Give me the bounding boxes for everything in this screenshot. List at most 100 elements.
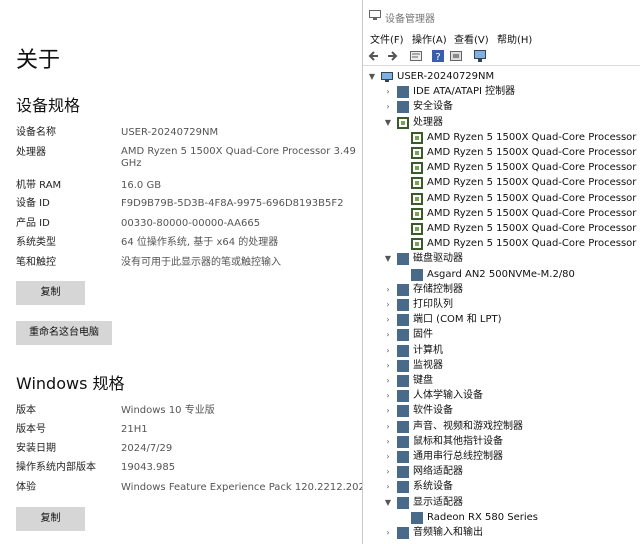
chevron-right-icon[interactable]: › <box>383 359 393 373</box>
chevron-right-icon[interactable]: › <box>383 420 393 434</box>
menu-action[interactable]: 操作(A) <box>412 31 447 46</box>
spec-label: 处理器 <box>16 147 46 158</box>
spec-value[interactable]: F9D9B79B-5D3B-4F8A-9975-696D8193B5F2 <box>121 197 359 211</box>
spec-value[interactable]: AMD Ryzen 5 1500X Quad-Core Processor 3.… <box>121 146 359 170</box>
tree-category-label: 显示适配器 <box>413 496 463 508</box>
chevron-down-icon[interactable]: ▼ <box>383 116 393 130</box>
help-icon[interactable]: ? <box>431 49 445 63</box>
computer-icon <box>397 344 409 357</box>
spec-row-system-type: 系统类型 64 位操作系统, 基于 x64 的处理器 <box>16 236 360 254</box>
tree-device-label: AMD Ryzen 5 1500X Quad-Core Processor <box>427 207 637 219</box>
device-manager-icon <box>369 10 381 20</box>
processor-icon <box>411 207 423 220</box>
storage-controller-icon <box>397 283 409 296</box>
tree-category-label: 鼠标和其他指针设备 <box>413 435 503 447</box>
disk-drive-icon <box>397 253 409 266</box>
tree-category-label: 声音、视频和游戏控制器 <box>413 420 523 432</box>
spec-value[interactable]: USER-20240729NM <box>121 126 359 140</box>
svg-text:?: ? <box>435 52 440 63</box>
tree-category-label: 固件 <box>413 329 433 341</box>
security-device-icon <box>397 101 409 114</box>
spec-value[interactable]: 没有可用于此显示器的笔或触控输入 <box>121 256 359 270</box>
tree-device-label: AMD Ryzen 5 1500X Quad-Core Processor <box>427 177 637 189</box>
tree-category-label: 打印队列 <box>413 299 453 310</box>
chevron-right-icon[interactable]: › <box>383 328 393 342</box>
tree-category-label: 软件设备 <box>413 405 453 417</box>
chevron-right-icon[interactable]: › <box>383 283 393 297</box>
processor-icon <box>411 147 423 159</box>
spec-row-pen-touch: 笔和触控 没有可用于此显示器的笔或触控输入 <box>16 256 360 274</box>
page-title: 关于 <box>16 48 61 73</box>
spec-value[interactable]: 2024/7/29 <box>121 442 359 456</box>
properties-icon[interactable] <box>409 49 423 63</box>
forward-arrow-icon[interactable] <box>385 49 399 63</box>
disk-drive-icon <box>411 268 423 281</box>
chevron-right-icon[interactable]: › <box>383 100 393 114</box>
copy-windows-specs-button[interactable]: 复制 <box>16 507 85 531</box>
chevron-right-icon[interactable]: › <box>383 435 393 449</box>
tree-category-label: 磁盘驱动器 <box>413 253 463 265</box>
spec-value[interactable]: 19043.985 <box>121 461 359 475</box>
spec-label: 体验 <box>16 482 36 493</box>
chevron-right-icon[interactable]: › <box>383 404 393 418</box>
window-title: 设备管理器 <box>385 14 435 25</box>
chevron-down-icon[interactable]: ▼ <box>383 496 393 510</box>
chevron-right-icon[interactable]: › <box>383 389 393 403</box>
spec-value[interactable]: Windows 10 专业版 <box>121 404 359 418</box>
tree-category-label: 人体学输入设备 <box>413 390 483 402</box>
spec-row-edition: 版本 Windows 10 专业版 <box>16 404 360 422</box>
chevron-down-icon[interactable]: ▼ <box>367 70 377 84</box>
spec-label: 版本号 <box>16 424 46 435</box>
back-arrow-icon[interactable] <box>367 49 381 63</box>
monitor-icon[interactable] <box>473 49 487 63</box>
processor-icon <box>411 223 423 235</box>
menu-file[interactable]: 文件(F) <box>370 31 404 46</box>
spec-label: 笔和触控 <box>16 257 56 268</box>
processor-icon <box>411 162 423 175</box>
menu-view[interactable]: 查看(V) <box>454 31 489 46</box>
spec-value[interactable]: 00330-80000-00000-AA665 <box>121 217 359 231</box>
copy-device-specs-button[interactable]: 复制 <box>16 281 85 305</box>
spec-label: 设备名称 <box>16 127 56 138</box>
processor-icon <box>411 238 423 251</box>
tree-category-label: 处理器 <box>413 116 443 128</box>
tree-category-label: 监视器 <box>413 359 443 371</box>
tree-device-label: AMD Ryzen 5 1500X Quad-Core Processor <box>427 192 637 204</box>
chevron-right-icon[interactable]: › <box>383 465 393 479</box>
spec-value[interactable]: 16.0 GB <box>121 179 359 193</box>
tree-category-label: 网络适配器 <box>413 466 463 478</box>
spec-row-device-name: 设备名称 USER-20240729NM <box>16 126 360 144</box>
chevron-right-icon[interactable]: › <box>383 450 393 464</box>
title-bar[interactable]: 设备管理器 <box>363 0 640 30</box>
tree-device-label: AMD Ryzen 5 1500X Quad-Core Processor <box>427 162 637 174</box>
chevron-down-icon[interactable]: ▼ <box>383 252 393 266</box>
spec-row-ram: 机带 RAM 16.0 GB <box>16 179 360 197</box>
chevron-right-icon[interactable]: › <box>383 344 393 358</box>
chevron-right-icon[interactable]: › <box>383 313 393 327</box>
rename-pc-button[interactable]: 重命名这台电脑 <box>16 321 112 345</box>
menu-help[interactable]: 帮助(H) <box>497 31 532 46</box>
spec-label: 安装日期 <box>16 443 56 454</box>
spec-value[interactable]: 64 位操作系统, 基于 x64 的处理器 <box>121 236 359 250</box>
computer-icon <box>381 72 393 82</box>
tree-device-label: Radeon RX 580 Series <box>427 511 538 523</box>
tree-device-label: Asgard AN2 500NVMe-M.2/80 <box>427 268 575 280</box>
spec-value[interactable]: Windows Feature Experience Pack 120.2212… <box>121 481 381 495</box>
spec-row-experience: 体验 Windows Feature Experience Pack 120.2… <box>16 481 381 499</box>
display-adapter-icon <box>411 511 423 524</box>
chevron-right-icon[interactable]: › <box>383 85 393 99</box>
chevron-right-icon[interactable]: › <box>383 480 393 494</box>
spec-row-install-date: 安装日期 2024/7/29 <box>16 442 360 460</box>
chevron-right-icon[interactable]: › <box>383 298 393 312</box>
chevron-right-icon[interactable]: › <box>383 526 393 540</box>
spec-value[interactable]: 21H1 <box>121 423 359 437</box>
tree-device-label: AMD Ryzen 5 1500X Quad-Core Processor <box>427 131 637 143</box>
tree-category-label: 端口 (COM 和 LPT) <box>413 314 502 326</box>
update-driver-icon[interactable] <box>449 49 463 63</box>
processor-icon <box>411 177 423 190</box>
tree-category-label: 计算机 <box>413 344 443 356</box>
tree-device-label: AMD Ryzen 5 1500X Quad-Core Processor <box>427 238 637 250</box>
chevron-right-icon[interactable]: › <box>383 374 393 388</box>
spec-label: 系统类型 <box>16 237 56 248</box>
device-tree: ▼ USER-20240729NM › IDE ATA/ATAPI 控制器 › 安全设… <box>363 68 640 544</box>
